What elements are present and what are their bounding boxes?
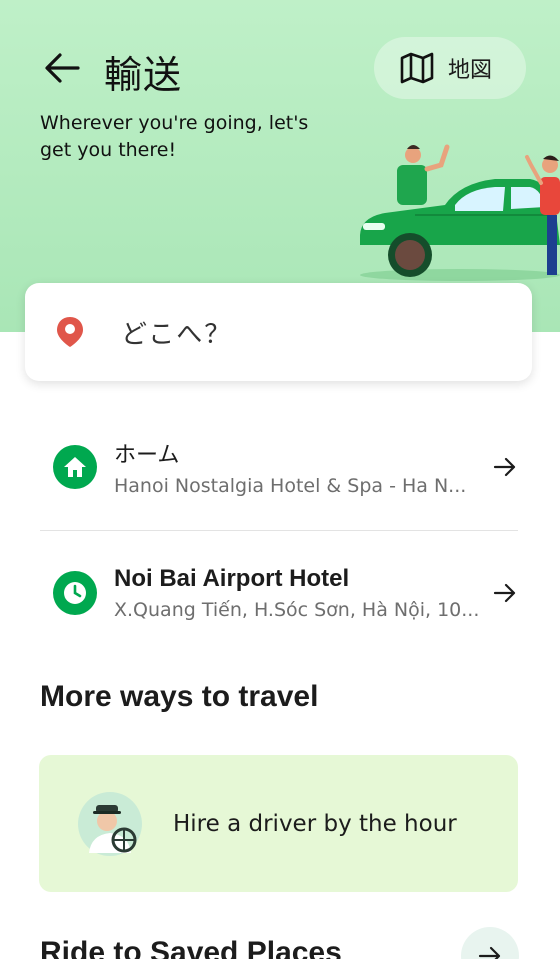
- saved-place-name: ホーム: [114, 443, 180, 468]
- saved-place-name: Noi Bai Airport Hotel: [114, 565, 350, 592]
- car-illustration: [360, 144, 560, 281]
- destination-search[interactable]: どこへ？: [25, 283, 532, 381]
- hire-driver-label: Hire a driver by the hour: [173, 810, 457, 837]
- driver-avatar-icon: [78, 791, 142, 856]
- location-pin-icon: [57, 317, 83, 347]
- back-button[interactable]: [40, 50, 84, 86]
- list-divider: [40, 530, 518, 531]
- map-button-label: 地図: [448, 58, 493, 83]
- saved-places-more-button[interactable]: [461, 927, 519, 959]
- hire-driver-card[interactable]: Hire a driver by the hour: [39, 755, 518, 892]
- arrow-right-icon: [478, 946, 501, 959]
- arrow-left-icon: [45, 53, 80, 83]
- home-icon: [53, 445, 97, 489]
- search-placeholder: どこへ？: [121, 319, 233, 350]
- clock-icon: [53, 571, 97, 615]
- arrow-right-icon: [493, 583, 516, 603]
- more-ways-heading: More ways to travel: [40, 680, 319, 713]
- saved-places-heading: Ride to Saved Places: [40, 936, 342, 959]
- map-button[interactable]: 地図: [374, 37, 526, 99]
- saved-place-home[interactable]: ホーム Hanoi Nostalgia Hotel & Spa - Ha N..…: [40, 412, 518, 522]
- saved-place-address: Hanoi Nostalgia Hotel & Spa - Ha N...: [114, 475, 467, 497]
- saved-place-address: X.Quang Tiến, H.Sóc Sơn, Hà Nội, 10...: [114, 599, 480, 621]
- arrow-right-icon: [493, 457, 516, 477]
- header-subtitle: Wherever you're going, let's get you the…: [40, 112, 309, 161]
- saved-place-airport-hotel[interactable]: Noi Bai Airport Hotel X.Quang Tiến, H.Só…: [40, 538, 518, 648]
- page-title: 輸送: [104, 53, 183, 97]
- map-icon: [400, 52, 434, 84]
